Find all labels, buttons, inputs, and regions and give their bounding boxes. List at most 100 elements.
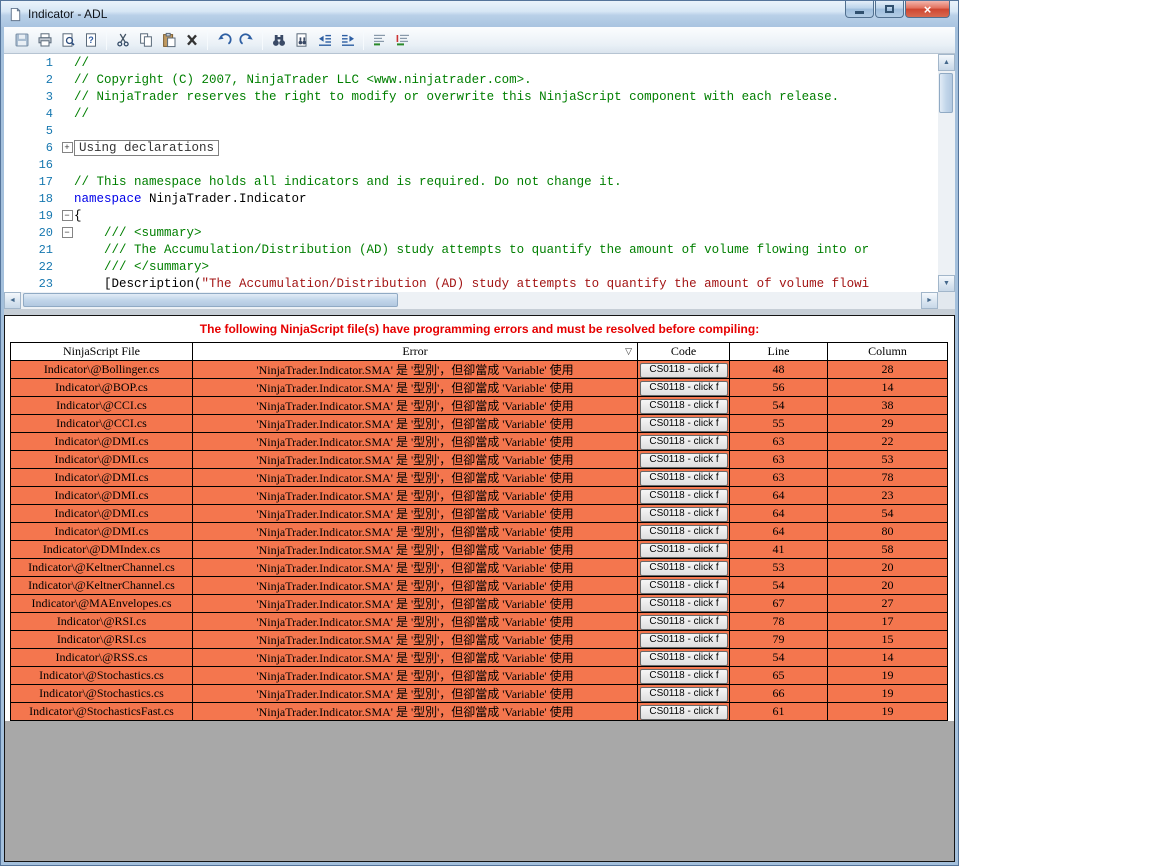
error-row[interactable]: Indicator\@DMI.cs 'NinjaTrader.Indicator.… (10, 486, 948, 505)
error-row[interactable]: Indicator\@Bollinger.cs 'NinjaTrader.Indi… (10, 360, 948, 379)
vertical-scroll-track[interactable] (938, 71, 955, 275)
error-banner: The following NinjaScript file(s) have p… (5, 316, 954, 342)
code-cell: CS0118 - click f (637, 432, 730, 451)
error-row[interactable]: Indicator\@CCI.cs 'NinjaTrader.Indicator.… (10, 396, 948, 415)
error-code-button[interactable]: CS0118 - click f (640, 686, 728, 702)
code-text: // (74, 55, 90, 70)
file-cell: Indicator\@DMI.cs (10, 468, 193, 487)
column-header-error[interactable]: Error ▽ (192, 342, 638, 361)
error-cell: 'NinjaTrader.Indicator.SMA' 是 '型別'，但卻當成 … (192, 630, 638, 649)
scroll-up-button[interactable]: ▲ (938, 54, 955, 71)
paste-icon[interactable] (157, 29, 180, 51)
error-code-button[interactable]: CS0118 - click f (640, 704, 728, 720)
horizontal-scroll-thumb[interactable] (23, 293, 398, 307)
error-row[interactable]: Indicator\@RSI.cs 'NinjaTrader.Indicator.… (10, 630, 948, 649)
error-row[interactable]: Indicator\@MAEnvelopes.cs 'NinjaTrader.In… (10, 594, 948, 613)
column-header-code[interactable]: Code (637, 342, 730, 361)
cut-icon[interactable] (111, 29, 134, 51)
editor-line: 16 (4, 156, 938, 173)
file-cell: Indicator\@BOP.cs (10, 378, 193, 397)
error-row[interactable]: Indicator\@Stochastics.cs 'NinjaTrader.In… (10, 666, 948, 685)
fold-margin: − (60, 210, 74, 221)
copy-icon[interactable] (134, 29, 157, 51)
error-code-button[interactable]: CS0118 - click f (640, 488, 728, 504)
collapse-region-icon[interactable]: − (61, 227, 73, 238)
code-cell: CS0118 - click f (637, 630, 730, 649)
error-row[interactable]: Indicator\@BOP.cs 'NinjaTrader.Indicator.… (10, 378, 948, 397)
outdent-icon[interactable] (313, 29, 336, 51)
expand-region-icon[interactable]: + (61, 142, 73, 153)
error-code-button[interactable]: CS0118 - click f (640, 416, 728, 432)
print-preview-icon[interactable] (56, 29, 79, 51)
file-cell: Indicator\@RSS.cs (10, 648, 193, 667)
vertical-scroll-thumb[interactable] (939, 73, 953, 113)
scroll-right-button[interactable]: ► (921, 292, 938, 309)
error-code-button[interactable]: CS0118 - click f (640, 506, 728, 522)
error-code-button[interactable]: CS0118 - click f (640, 596, 728, 612)
error-code-button[interactable]: CS0118 - click f (640, 398, 728, 414)
error-row[interactable]: Indicator\@DMI.cs 'NinjaTrader.Indicator.… (10, 504, 948, 523)
error-code-button[interactable]: CS0118 - click f (640, 524, 728, 540)
code-cell: CS0118 - click f (637, 612, 730, 631)
undo-icon[interactable] (212, 29, 235, 51)
delete-icon[interactable] (180, 29, 203, 51)
collapsed-region[interactable]: Using declarations (74, 139, 220, 156)
line-cell: 65 (729, 666, 828, 685)
error-row[interactable]: Indicator\@RSI.cs 'NinjaTrader.Indicator.… (10, 612, 948, 631)
error-row[interactable]: Indicator\@StochasticsFast.cs 'NinjaTrade… (10, 702, 948, 721)
toolbar-separator (262, 30, 263, 50)
error-code-button[interactable]: CS0118 - click f (640, 452, 728, 468)
redo-icon[interactable] (235, 29, 258, 51)
editor-vertical-scrollbar[interactable]: ▲ ▼ (938, 54, 955, 292)
error-row[interactable]: Indicator\@CCI.cs 'NinjaTrader.Indicator.… (10, 414, 948, 433)
title-bar[interactable]: Indicator - ADL × (1, 1, 958, 27)
error-row[interactable]: Indicator\@DMI.cs 'NinjaTrader.Indicator.… (10, 450, 948, 469)
horizontal-scroll-track[interactable] (21, 292, 921, 309)
minimize-button[interactable] (845, 1, 874, 18)
error-code-button[interactable]: CS0118 - click f (640, 560, 728, 576)
error-code-button[interactable]: CS0118 - click f (640, 668, 728, 684)
error-row[interactable]: Indicator\@RSS.cs 'NinjaTrader.Indicator.… (10, 648, 948, 667)
replace-icon[interactable] (290, 29, 313, 51)
error-row[interactable]: Indicator\@Stochastics.cs 'NinjaTrader.In… (10, 684, 948, 703)
error-code-button[interactable]: CS0118 - click f (640, 542, 728, 558)
scroll-left-button[interactable]: ◄ (4, 292, 21, 309)
column-cell: 28 (827, 360, 948, 379)
error-row[interactable]: Indicator\@DMI.cs 'NinjaTrader.Indicator.… (10, 468, 948, 487)
code-cell: CS0118 - click f (637, 702, 730, 721)
error-row[interactable]: Indicator\@DMI.cs 'NinjaTrader.Indicator.… (10, 522, 948, 541)
uncomment-selection-icon[interactable] (391, 29, 414, 51)
maximize-button[interactable] (875, 1, 904, 18)
file-cell: Indicator\@CCI.cs (10, 396, 193, 415)
column-header-column[interactable]: Column (827, 342, 948, 361)
close-button[interactable]: × (905, 1, 950, 18)
window-body: ? 1 // 2 // Copyright (C) 2007, NinjaTrader… (4, 27, 955, 862)
find-icon[interactable] (267, 29, 290, 51)
code-area[interactable]: 1 // 2 // Copyright (C) 2007, NinjaTrader L… (4, 54, 938, 292)
indent-icon[interactable] (336, 29, 359, 51)
error-code-button[interactable]: CS0118 - click f (640, 650, 728, 666)
error-row[interactable]: Indicator\@KeltnerChannel.cs 'NinjaTrader… (10, 558, 948, 577)
error-row[interactable]: Indicator\@DMIndex.cs 'NinjaTrader.Indica… (10, 540, 948, 559)
error-code-button[interactable]: CS0118 - click f (640, 380, 728, 396)
column-header-file[interactable]: NinjaScript File (10, 342, 193, 361)
comment-selection-icon[interactable] (368, 29, 391, 51)
save-icon[interactable] (10, 29, 33, 51)
collapse-region-icon[interactable]: − (61, 210, 73, 221)
editor-line: 6 + Using declarations (4, 139, 938, 156)
scroll-down-button[interactable]: ▼ (938, 275, 955, 292)
error-cell: 'NinjaTrader.Indicator.SMA' 是 '型別'，但卻當成 … (192, 612, 638, 631)
error-code-button[interactable]: CS0118 - click f (640, 578, 728, 594)
error-code-button[interactable]: CS0118 - click f (640, 362, 728, 378)
error-row[interactable]: Indicator\@KeltnerChannel.cs 'NinjaTrader… (10, 576, 948, 595)
error-code-button[interactable]: CS0118 - click f (640, 614, 728, 630)
line-cell: 54 (729, 648, 828, 667)
error-code-button[interactable]: CS0118 - click f (640, 632, 728, 648)
editor-horizontal-scrollbar[interactable]: ◄ ► (4, 292, 938, 309)
error-row[interactable]: Indicator\@DMI.cs 'NinjaTrader.Indicator.… (10, 432, 948, 451)
properties-icon[interactable]: ? (79, 29, 102, 51)
column-header-line[interactable]: Line (729, 342, 828, 361)
error-code-button[interactable]: CS0118 - click f (640, 434, 728, 450)
print-icon[interactable] (33, 29, 56, 51)
error-code-button[interactable]: CS0118 - click f (640, 470, 728, 486)
